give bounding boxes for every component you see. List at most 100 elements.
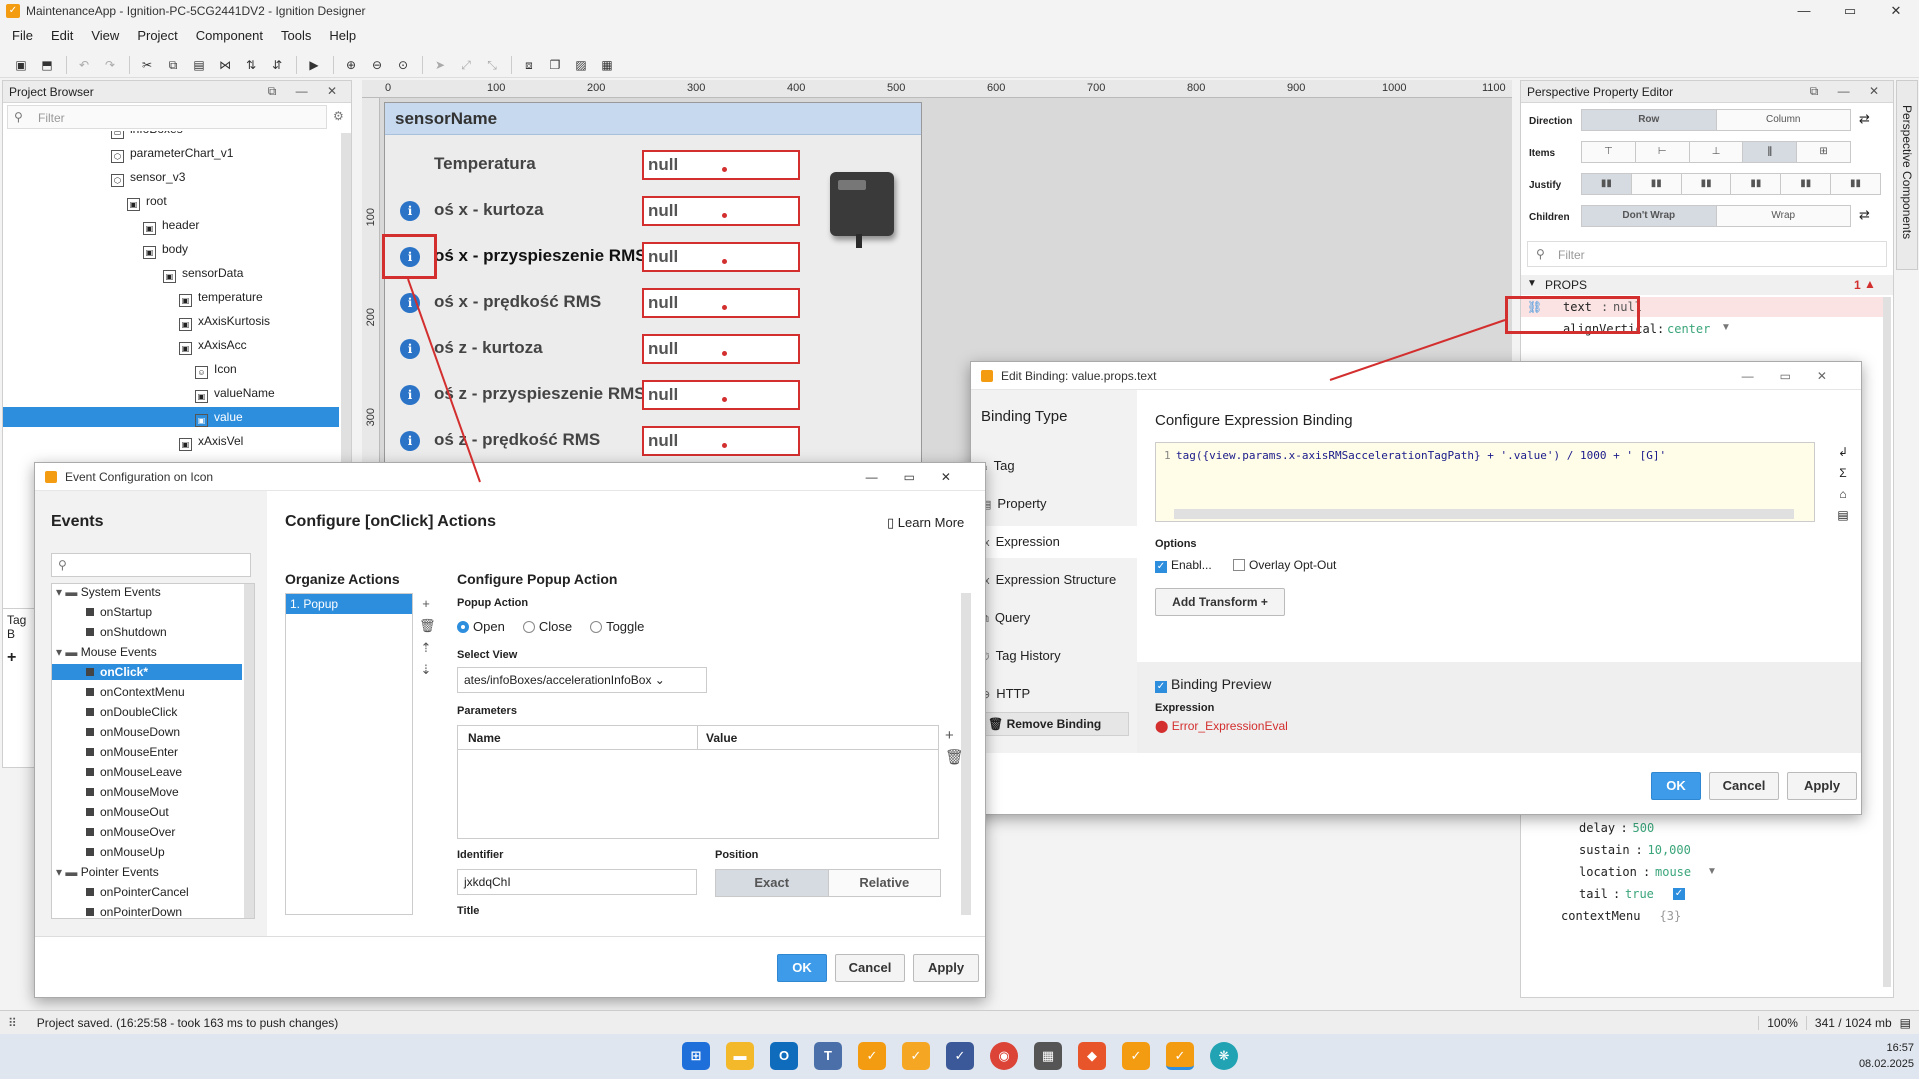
prop-row-contextMenu[interactable]: contextMenu {3} [1521, 907, 1881, 927]
insert-icon[interactable]: ↲ [1833, 442, 1853, 463]
wrap-segment[interactable]: Don't Wrap Wrap [1581, 205, 1851, 227]
direction-segment[interactable]: Row Column [1581, 109, 1851, 131]
event-group[interactable]: ▾ ▬ System Events [52, 584, 242, 600]
pipe-icon[interactable]: ⤡ [483, 56, 501, 74]
event-item[interactable]: onMouseOver [52, 824, 242, 840]
justify-between-icon[interactable]: ▮▮ [1731, 174, 1782, 194]
event-apply-button[interactable]: Apply [913, 954, 979, 982]
copy-icon[interactable]: ⧉ [164, 56, 182, 74]
row-value[interactable]: null [642, 242, 800, 272]
filter-options-icon[interactable]: ⚙ [333, 109, 344, 123]
checkbox-icon[interactable]: ✓ [1673, 888, 1685, 900]
row-value[interactable]: null [642, 150, 800, 180]
event-cancel-button[interactable]: Cancel [835, 954, 905, 982]
tree-item[interactable]: ▣ value [3, 407, 339, 427]
tree-item[interactable]: ▣ header [3, 215, 339, 235]
panel-controls-icon[interactable]: ⧉ — ✕ [1810, 84, 1887, 99]
perspective-components-tab[interactable]: Perspective Components [1896, 80, 1918, 270]
prop-row-location[interactable]: location: mouse ▼ [1521, 863, 1881, 883]
undo-icon[interactable]: ↶ [75, 56, 93, 74]
menu-view[interactable]: View [91, 28, 119, 43]
event-item[interactable]: onMouseLeave [52, 764, 242, 780]
designer-launcher-icon[interactable]: ✓ [858, 1042, 886, 1070]
tree-item[interactable]: ☺ Icon [3, 359, 339, 379]
teams-icon[interactable]: T [814, 1042, 842, 1070]
pointer-icon[interactable]: ➤ [431, 56, 449, 74]
minimize-button[interactable]: — [1781, 0, 1827, 22]
menu-component[interactable]: Component [196, 28, 263, 43]
binding-type-expression[interactable]: fxExpression [971, 526, 1137, 558]
config-scrollbar[interactable] [961, 593, 971, 915]
row-value[interactable]: null [642, 288, 800, 318]
justify-end-icon[interactable]: ▮▮ [1681, 174, 1732, 194]
learn-more-link[interactable]: ▯ Learn More [887, 515, 964, 531]
binding-preview-checkbox[interactable]: ✓ Binding Preview [1155, 676, 1271, 693]
stack-icon[interactable]: ▦ [598, 56, 616, 74]
align-start-icon[interactable]: ⊤ [1582, 142, 1636, 162]
event-item[interactable]: onStartup [52, 604, 242, 620]
menu-tools[interactable]: Tools [281, 28, 311, 43]
tree-item[interactable]: ⬡ parameterChart_v1 [3, 143, 339, 163]
checklist-icon[interactable]: ✓ [946, 1042, 974, 1070]
binding-type-tag[interactable]: ⌂Tag [971, 450, 1137, 482]
outlook-icon[interactable]: O [770, 1042, 798, 1070]
align-end-icon[interactable]: ⊥ [1689, 142, 1744, 162]
store-icon[interactable]: ▦ [1034, 1042, 1062, 1070]
justify-center-icon[interactable]: ▮▮ [1631, 174, 1682, 194]
tree-item[interactable]: ▣ xAxisAcc [3, 335, 339, 355]
tree-item[interactable]: ▣ sensorData [3, 263, 339, 283]
close-button[interactable]: ✕ [1873, 0, 1919, 22]
position-exact[interactable]: Exact [716, 870, 829, 896]
chevron-down-icon[interactable]: ▼ [1707, 866, 1717, 877]
event-search-input[interactable]: ⚲ [51, 553, 251, 577]
props-scrollbar[interactable] [1883, 297, 1891, 987]
justify-segment[interactable]: ▮▮ ▮▮ ▮▮ ▮▮ ▮▮ ▮▮ [1581, 173, 1881, 195]
event-item[interactable]: onDoubleClick [52, 704, 242, 720]
expression-text[interactable]: tag({view.params.x-axisRMSaccelerationTa… [1176, 449, 1666, 462]
expression-h-scrollbar[interactable] [1174, 509, 1794, 519]
ignition-active-icon[interactable]: ✓ [1166, 1042, 1194, 1070]
memory-icon[interactable]: ▤ [1900, 1016, 1911, 1030]
props-section-header[interactable]: ▼ PROPS 1 ▲ [1521, 275, 1893, 295]
network-app-icon[interactable]: ❋ [1210, 1042, 1238, 1070]
enabled-checkbox[interactable]: ✓ Enabl... [1155, 558, 1212, 573]
info-icon[interactable]: i [400, 339, 420, 359]
prop-row-tail[interactable]: tail: true ✓ [1521, 885, 1881, 905]
menu-edit[interactable]: Edit [51, 28, 73, 43]
cut-icon[interactable]: ✂ [138, 56, 156, 74]
move-up-icon[interactable]: ⇡ [419, 637, 433, 659]
radio-open[interactable]: Open [457, 619, 505, 634]
view-path-select[interactable]: ates/infoBoxes/accelerationInfoBox ⌄ [457, 667, 707, 693]
event-item[interactable]: onContextMenu [52, 684, 242, 700]
event-item[interactable]: onPointerDown [52, 904, 242, 918]
event-item[interactable]: onShutdown [52, 624, 242, 640]
justify-around-icon[interactable]: ▮▮ [1781, 174, 1832, 194]
position-relative[interactable]: Relative [828, 870, 940, 896]
info-icon[interactable]: i [400, 385, 420, 405]
connector-icon[interactable]: ⤢ [457, 56, 475, 74]
system-clock[interactable]: 16:57 08.02.2025 [1838, 1040, 1914, 1072]
zoom-fit-icon[interactable]: ⊙ [394, 56, 412, 74]
align-icon[interactable]: ⋈ [216, 56, 234, 74]
radio-close[interactable]: Close [522, 619, 572, 634]
radio-toggle[interactable]: Toggle [590, 619, 644, 634]
event-item[interactable]: onPointerCancel [52, 884, 242, 900]
designer-icon[interactable]: ✓ [902, 1042, 930, 1070]
justify-start-icon[interactable]: ▮▮ [1582, 174, 1632, 194]
binding-ok-button[interactable]: OK [1651, 772, 1701, 800]
binding-cancel-button[interactable]: Cancel [1709, 772, 1779, 800]
swap-icon[interactable]: ⇄ [1859, 207, 1870, 223]
action-item-popup[interactable]: 1. Popup [286, 594, 412, 614]
maximize-button[interactable]: ▭ [1827, 0, 1873, 22]
redo-icon[interactable]: ↷ [101, 56, 119, 74]
add-icon[interactable]: + [419, 593, 433, 615]
row-value[interactable]: null [642, 196, 800, 226]
delete-icon[interactable]: 🗑 [419, 615, 436, 637]
binding-type-tag-history[interactable]: ⏱Tag History [971, 640, 1137, 672]
events-scrollbar[interactable] [244, 584, 254, 918]
chrome-icon[interactable]: ◉ [990, 1042, 1018, 1070]
event-group[interactable]: ▾ ▬ Pointer Events [52, 864, 242, 880]
tree-item[interactable]: ▣ body [3, 239, 339, 259]
app-icon[interactable]: ◆ [1078, 1042, 1106, 1070]
items-alignment-segment[interactable]: ⊤ ⊢ ⊥ ∥ ⊞ [1581, 141, 1851, 163]
